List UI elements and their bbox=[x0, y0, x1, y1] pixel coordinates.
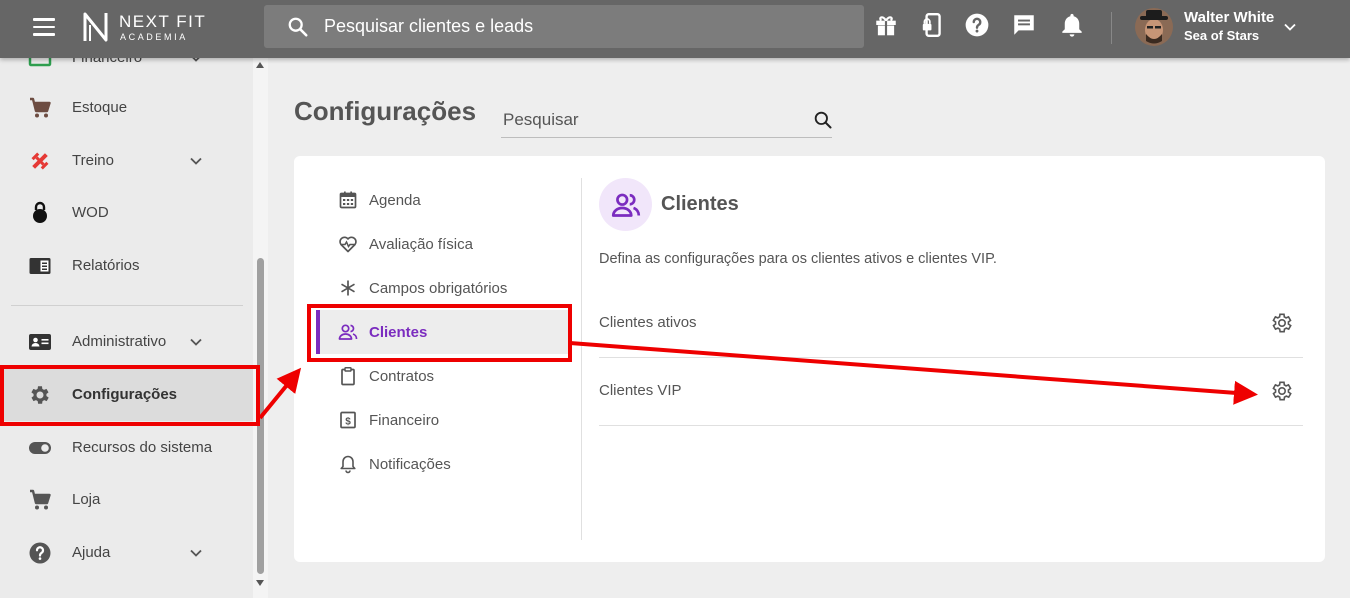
sidebar-item-label: Recursos do sistema bbox=[72, 439, 213, 456]
dollar-icon: $ bbox=[340, 411, 356, 429]
header-divider bbox=[1111, 12, 1112, 44]
heart-pulse-icon bbox=[339, 236, 357, 253]
settings-menu-label: Avaliação física bbox=[369, 236, 473, 253]
sidebar-item-label: Loja bbox=[72, 491, 101, 508]
help-icon[interactable] bbox=[964, 12, 990, 38]
logo[interactable]: NEXT FIT ACADEMIA bbox=[82, 11, 222, 45]
sidebar-item-recursos-do-sistema[interactable]: Recursos do sistema bbox=[0, 422, 256, 474]
settings-search bbox=[501, 103, 832, 138]
annotation-highlight-clientes bbox=[307, 304, 572, 362]
chevron-down-icon bbox=[192, 58, 200, 62]
scroll-down-arrow-icon[interactable] bbox=[256, 580, 264, 586]
toggle-icon bbox=[29, 442, 51, 454]
sidebar-item-financeiro[interactable]: Financeiro bbox=[0, 58, 256, 84]
card-divider bbox=[581, 178, 582, 540]
sidebar-item-label: Relatórios bbox=[72, 257, 140, 274]
dumbbell-icon bbox=[31, 152, 49, 170]
settings-search-input[interactable] bbox=[503, 107, 793, 133]
gift-icon[interactable] bbox=[873, 12, 899, 38]
logo-title: NEXT FIT bbox=[119, 12, 207, 31]
sidebar-item-estoque[interactable]: Estoque bbox=[0, 82, 256, 134]
cart-icon bbox=[30, 489, 51, 510]
settings-menu-label: Campos obrigatórios bbox=[369, 280, 508, 297]
search-icon[interactable] bbox=[813, 110, 833, 130]
settings-menu-label: Financeiro bbox=[369, 412, 440, 429]
global-search bbox=[264, 5, 864, 48]
help-icon bbox=[29, 542, 51, 564]
option-label: Clientes VIP bbox=[599, 382, 682, 399]
asterisk-icon bbox=[341, 280, 355, 296]
sidebar-item-treino[interactable]: Treino bbox=[0, 135, 256, 187]
user-name[interactable]: Walter White bbox=[1184, 9, 1274, 26]
gear-icon[interactable] bbox=[1270, 379, 1294, 403]
clipboard-icon bbox=[341, 367, 355, 386]
kettlebell-icon bbox=[33, 201, 47, 223]
top-bar: NEXT FIT ACADEMIA Pesquisar clientes e l… bbox=[0, 0, 1350, 58]
section-title: Clientes bbox=[661, 193, 739, 215]
option-row-clientes-ativos: Clientes ativos bbox=[599, 290, 1303, 358]
search-icon bbox=[288, 17, 308, 37]
bell-icon bbox=[340, 455, 356, 474]
scroll-up-arrow-icon[interactable] bbox=[256, 62, 264, 68]
sidebar-item-label: Ajuda bbox=[72, 544, 111, 561]
report-icon bbox=[29, 258, 51, 274]
sidebar-item-administrativo[interactable]: Administrativo bbox=[0, 316, 256, 368]
chevron-down-icon bbox=[190, 157, 202, 165]
settings-menu-avaliacao-fisica[interactable]: Avaliação física bbox=[316, 222, 570, 266]
sidebar-item-ajuda[interactable]: Ajuda bbox=[0, 527, 256, 579]
option-label: Clientes ativos bbox=[599, 314, 697, 331]
avatar[interactable] bbox=[1135, 8, 1173, 46]
settings-menu-agenda[interactable]: Agenda bbox=[316, 178, 570, 222]
bell-icon[interactable] bbox=[1058, 11, 1086, 39]
sidebar-item-label: WOD bbox=[72, 204, 109, 221]
option-row-clientes-vip: Clientes VIP bbox=[599, 358, 1303, 426]
next-fit-logo-icon bbox=[83, 12, 108, 42]
annotation-highlight-configuracoes bbox=[0, 365, 260, 426]
sidebar-item-loja[interactable]: Loja bbox=[0, 474, 256, 526]
cart-icon bbox=[30, 97, 51, 118]
section-description: Defina as configurações para os clientes… bbox=[599, 251, 997, 267]
chevron-down-icon bbox=[190, 549, 202, 557]
settings-menu-label: Notificações bbox=[369, 456, 451, 473]
page-title: Configurações bbox=[294, 96, 477, 126]
global-search-input[interactable] bbox=[324, 11, 844, 42]
section-badge bbox=[599, 178, 652, 231]
svg-text:$: $ bbox=[345, 417, 351, 428]
chevron-down-icon[interactable] bbox=[1280, 17, 1300, 37]
mobile-lock-icon[interactable] bbox=[919, 12, 945, 38]
chevron-down-icon bbox=[190, 338, 202, 346]
money-icon bbox=[28, 58, 52, 67]
settings-menu-notificacoes[interactable]: Notificações bbox=[316, 442, 570, 486]
sidebar: Financeiro Estoque Treino WOD bbox=[0, 58, 256, 598]
gear-icon[interactable] bbox=[1270, 311, 1294, 335]
settings-menu-label: Agenda bbox=[369, 192, 421, 209]
logo-subtitle: ACADEMIA bbox=[120, 32, 188, 42]
sidebar-scrollbar[interactable] bbox=[253, 58, 268, 598]
id-card-icon bbox=[29, 334, 51, 350]
settings-menu-financeiro[interactable]: $ Financeiro bbox=[316, 398, 570, 442]
sidebar-item-relatorios[interactable]: Relatórios bbox=[0, 240, 256, 292]
user-photo bbox=[1135, 8, 1173, 46]
chat-icon[interactable] bbox=[1011, 12, 1037, 38]
sidebar-divider bbox=[11, 305, 243, 306]
sidebar-item-label: Financeiro bbox=[72, 58, 142, 66]
sidebar-item-wod[interactable]: WOD bbox=[0, 187, 256, 239]
settings-menu-label: Contratos bbox=[369, 368, 435, 385]
menu-icon[interactable] bbox=[33, 18, 55, 36]
sidebar-item-label: Estoque bbox=[72, 99, 128, 116]
sidebar-item-label: Administrativo bbox=[72, 333, 167, 350]
users-icon bbox=[611, 193, 641, 217]
sidebar-item-label: Treino bbox=[72, 152, 114, 169]
user-organization[interactable]: Sea of Stars bbox=[1184, 28, 1259, 43]
calendar-icon bbox=[339, 191, 357, 209]
